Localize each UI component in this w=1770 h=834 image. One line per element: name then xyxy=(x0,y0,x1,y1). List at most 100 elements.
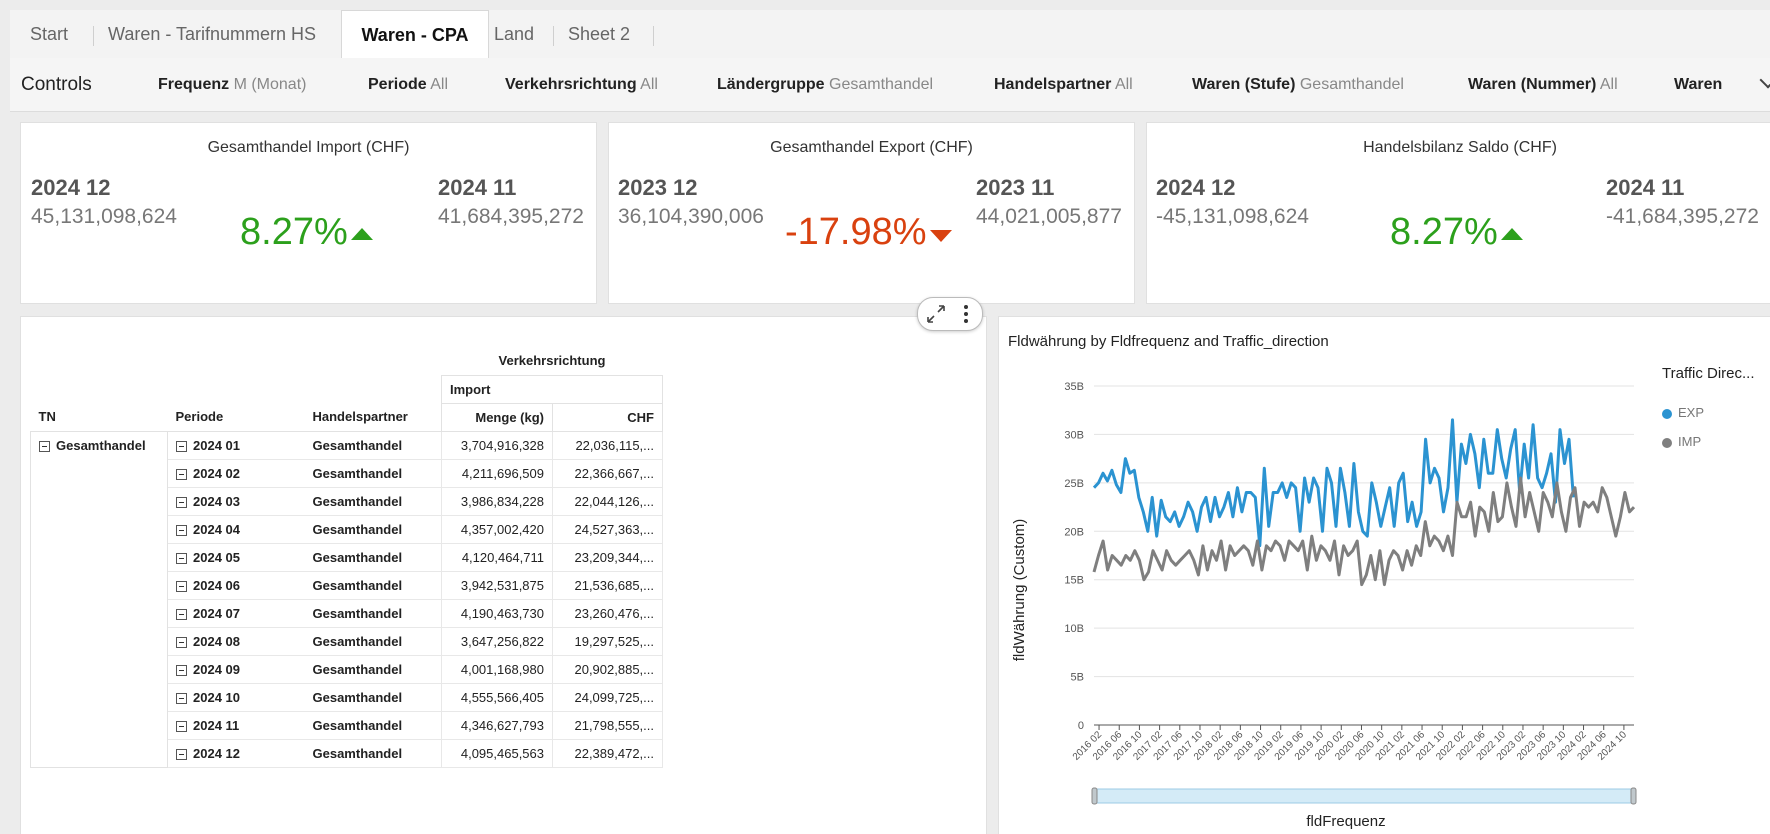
control-value: All xyxy=(1599,76,1618,93)
control-waren[interactable]: Waren xyxy=(1674,58,1722,111)
range-slider-handle-left[interactable] xyxy=(1091,787,1098,805)
tn-cell[interactable]: Gesamthandel xyxy=(30,430,168,768)
control-key: Periode xyxy=(368,76,427,93)
tab-waren-cpa[interactable]: Waren - CPA xyxy=(341,10,489,58)
column-header-tn[interactable]: TN xyxy=(30,403,168,432)
chf-cell: 24,099,725,... xyxy=(552,682,663,712)
arrow-up-icon xyxy=(351,228,373,240)
tab-separator xyxy=(553,26,554,46)
chf-cell: 21,798,555,... xyxy=(552,710,663,740)
kpi-current-period: 2024 12 xyxy=(31,175,111,200)
tab-sheet-2[interactable]: Sheet 2 xyxy=(568,10,630,58)
periode-cell[interactable]: 2024 01 xyxy=(167,431,305,460)
kpi-percent-change: 8.27% xyxy=(240,211,348,253)
kpi-title: Handelsbilanz Saldo (CHF) xyxy=(1363,139,1557,156)
menge-cell: 3,942,531,875 xyxy=(441,570,553,600)
periode-value: 2024 11 xyxy=(193,717,240,733)
table-row[interactable]: Gesamthandel 2024 01 Gesamthandel 3,704,916… xyxy=(30,430,663,768)
collapse-icon[interactable] xyxy=(176,468,187,480)
tab-separator xyxy=(93,26,94,46)
partner-cell: Gesamthandel xyxy=(304,711,442,740)
legend-item-imp[interactable]: IMP xyxy=(1662,434,1701,449)
column-header-handelspartner[interactable]: Handelspartner xyxy=(304,403,442,432)
range-slider[interactable] xyxy=(1091,787,1637,805)
tab-waren-tarifnummern-hs[interactable]: Waren - Tarifnummern HS xyxy=(108,10,316,58)
periode-value: 2024 07 xyxy=(193,605,240,621)
legend-item-exp[interactable]: EXP xyxy=(1662,405,1704,420)
collapse-icon[interactable] xyxy=(176,496,187,508)
legend-label: IMP xyxy=(1678,434,1702,449)
partner-cell: Gesamthandel xyxy=(304,543,442,572)
periode-cell[interactable]: 2024 12 xyxy=(167,739,305,768)
tab-start[interactable]: Start xyxy=(30,10,68,58)
chart-title: Fldwährung by Fldfrequenz and Traffic_di… xyxy=(1008,333,1329,350)
periode-cell[interactable]: 2024 05 xyxy=(167,543,305,572)
chf-cell: 19,297,525,... xyxy=(552,626,663,656)
chf-cell: 21,536,685,... xyxy=(552,570,663,600)
periode-value: 2024 04 xyxy=(193,521,240,537)
collapse-icon[interactable] xyxy=(176,552,187,564)
periode-cell[interactable]: 2024 11 xyxy=(167,711,305,740)
menge-cell: 4,211,696,509 xyxy=(441,458,553,488)
control-laendergruppe[interactable]: Ländergruppe Gesamthandel xyxy=(717,58,933,111)
chf-cell: 23,260,476,... xyxy=(552,598,663,628)
control-key: Frequenz xyxy=(158,76,230,93)
expand-icon[interactable] xyxy=(924,302,948,326)
collapse-icon[interactable] xyxy=(39,440,50,452)
collapse-icon[interactable] xyxy=(176,636,187,648)
kpi-card-import[interactable]: Gesamthandel Import (CHF) 2024 12 45,131… xyxy=(20,122,597,304)
column-subgroup-header: Import xyxy=(441,374,663,404)
kpi-card-saldo[interactable]: Handelsbilanz Saldo (CHF) 2024 12 -45,13… xyxy=(1146,122,1770,304)
partner-cell: Gesamthandel xyxy=(304,487,442,516)
control-waren-nummer[interactable]: Waren (Nummer) All xyxy=(1468,58,1618,111)
chf-cell: 24,527,363,... xyxy=(552,514,663,544)
column-header-menge[interactable]: Menge (kg) xyxy=(441,402,553,432)
partner-cell: Gesamthandel xyxy=(304,599,442,628)
pivot-body: Gesamthandel 2024 01 Gesamthandel 3,704,916… xyxy=(30,430,663,768)
control-waren-stufe[interactable]: Waren (Stufe) Gesamthandel xyxy=(1192,58,1404,111)
control-key: Waren (Nummer) xyxy=(1468,76,1597,93)
control-frequenz[interactable]: Frequenz M (Monat) xyxy=(158,58,306,111)
control-periode[interactable]: Periode All xyxy=(368,58,448,111)
collapse-icon[interactable] xyxy=(176,692,187,704)
kpi-percent-change: -17.98% xyxy=(785,211,927,253)
periode-cell[interactable]: 2024 06 xyxy=(167,571,305,600)
tab-label: Sheet 2 xyxy=(568,24,631,44)
periode-cell[interactable]: 2024 08 xyxy=(167,627,305,656)
periode-cell[interactable]: 2024 10 xyxy=(167,683,305,712)
periode-cell[interactable]: 2024 09 xyxy=(167,655,305,684)
periode-cell[interactable]: 2024 04 xyxy=(167,515,305,544)
tab-label: Waren - CPA xyxy=(361,25,469,45)
menge-cell: 4,346,627,793 xyxy=(441,710,553,740)
range-slider-handle-right[interactable] xyxy=(1630,787,1637,805)
partner-cell: Gesamthandel xyxy=(304,515,442,544)
collapse-icon[interactable] xyxy=(176,664,187,676)
partner-cell: Gesamthandel xyxy=(304,739,442,768)
arrow-up-icon xyxy=(1501,228,1523,240)
more-options-icon[interactable] xyxy=(956,302,976,326)
column-header-chf[interactable]: CHF xyxy=(552,402,663,432)
periode-value: 2024 06 xyxy=(193,577,240,593)
periode-cell[interactable]: 2024 03 xyxy=(167,487,305,516)
column-header-periode[interactable]: Periode xyxy=(167,403,305,432)
controls-title[interactable]: Controls xyxy=(21,58,92,111)
column-group-header: Verkehrsrichtung xyxy=(498,353,606,369)
legend-title: Traffic Direc... xyxy=(1662,365,1755,382)
legend-dot xyxy=(1662,408,1672,419)
partner-cell: Gesamthandel xyxy=(304,459,442,488)
control-handelspartner[interactable]: Handelspartner All xyxy=(994,58,1133,111)
chevron-down-icon[interactable] xyxy=(1759,71,1770,89)
tab-land[interactable]: Land xyxy=(494,10,534,58)
collapse-icon[interactable] xyxy=(176,524,187,536)
kpi-card-export[interactable]: Gesamthandel Export (CHF) 2023 12 36,104… xyxy=(608,122,1135,304)
collapse-icon[interactable] xyxy=(176,440,187,452)
collapse-icon[interactable] xyxy=(176,720,187,732)
legend-label: EXP xyxy=(1678,405,1705,420)
control-verkehrsrichtung[interactable]: Verkehrsrichtung All xyxy=(505,58,658,111)
collapse-icon[interactable] xyxy=(176,608,187,620)
collapse-icon[interactable] xyxy=(176,748,187,760)
periode-cell[interactable]: 2024 02 xyxy=(167,459,305,488)
collapse-icon[interactable] xyxy=(176,580,187,592)
chf-cell: 22,044,126,... xyxy=(552,486,663,516)
periode-cell[interactable]: 2024 07 xyxy=(167,599,305,628)
